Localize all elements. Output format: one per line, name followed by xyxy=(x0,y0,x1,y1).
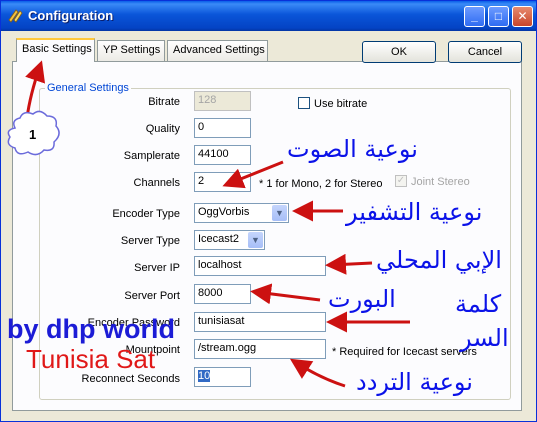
watermark-tunisia-sat: Tunisia Sat xyxy=(26,344,156,374)
joint-stereo-label: Joint Stereo xyxy=(411,176,470,188)
bitrate-field: 128 xyxy=(194,91,251,111)
chevron-down-icon[interactable]: ▼ xyxy=(272,205,287,221)
quality-label: Quality xyxy=(145,123,180,135)
annotation-password-ar-1: كلمة xyxy=(455,290,502,318)
tab-yp-settings[interactable]: YP Settings xyxy=(97,40,165,61)
samplerate-field[interactable]: 44100 xyxy=(194,145,251,165)
encoder-type-label: Encoder Type xyxy=(112,208,180,220)
annotation-encoder-ar: نوعية التشفير xyxy=(346,198,483,226)
annotation-server-ip-ar: الإبي المحلي xyxy=(376,246,502,274)
title-bar[interactable]: Configuration _ □ ✕ xyxy=(1,1,536,31)
server-ip-label: Server IP xyxy=(134,262,180,274)
joint-stereo-checkbox: ✓ xyxy=(395,175,407,187)
quality-field[interactable]: 0 xyxy=(194,118,251,138)
window-title: Configuration xyxy=(28,8,114,23)
annotation-mountpoint-ar: نوعية التردد xyxy=(356,368,473,396)
close-button[interactable]: ✕ xyxy=(512,6,533,27)
server-port-label: Server Port xyxy=(124,290,180,302)
minimize-button[interactable]: _ xyxy=(464,6,485,27)
reconnect-seconds-field[interactable]: 10 xyxy=(194,367,251,387)
server-port-field[interactable]: 8000 xyxy=(194,284,251,304)
watermark-by-dhp-world: by dhp world xyxy=(7,314,175,344)
reconnect-seconds-value: 10 xyxy=(198,370,211,382)
cancel-button[interactable]: Cancel xyxy=(448,41,522,63)
general-settings-label: General Settings xyxy=(45,82,131,94)
ok-button[interactable]: OK xyxy=(362,41,436,63)
tab-basic-settings[interactable]: Basic Settings xyxy=(16,38,95,62)
encoder-type-select[interactable]: OggVorbis ▼ xyxy=(194,203,289,223)
bitrate-label: Bitrate xyxy=(148,96,180,108)
annotation-port-ar: البورت xyxy=(328,285,396,313)
channels-label: Channels xyxy=(133,177,180,189)
use-bitrate-label: Use bitrate xyxy=(314,98,368,110)
tab-advanced-settings[interactable]: Advanced Settings xyxy=(167,40,268,61)
server-ip-field[interactable]: localhost xyxy=(194,256,326,276)
app-icon xyxy=(8,9,23,23)
annotation-password-ar-2: السر xyxy=(460,324,509,352)
server-type-label: Server Type xyxy=(120,235,180,247)
server-type-value: Icecast2 xyxy=(198,233,239,245)
chevron-down-icon[interactable]: ▼ xyxy=(248,232,263,248)
marker-number: 1 xyxy=(29,127,37,142)
encoder-type-value: OggVorbis xyxy=(198,206,250,218)
server-type-select[interactable]: Icecast2 ▼ xyxy=(194,230,265,250)
mountpoint-field[interactable]: /stream.ogg xyxy=(194,339,326,359)
use-bitrate-checkbox[interactable] xyxy=(298,97,310,109)
samplerate-label: Samplerate xyxy=(123,150,180,162)
channels-field[interactable]: 2 xyxy=(194,172,251,192)
annotation-channels-ar: نوعية الصوت xyxy=(287,135,418,163)
maximize-button[interactable]: □ xyxy=(488,6,509,27)
encoder-password-field[interactable]: tunisiasat xyxy=(194,312,326,332)
channels-hint: * 1 for Mono, 2 for Stereo xyxy=(259,178,383,190)
mountpoint-hint: * Required for Icecast servers xyxy=(332,346,477,358)
